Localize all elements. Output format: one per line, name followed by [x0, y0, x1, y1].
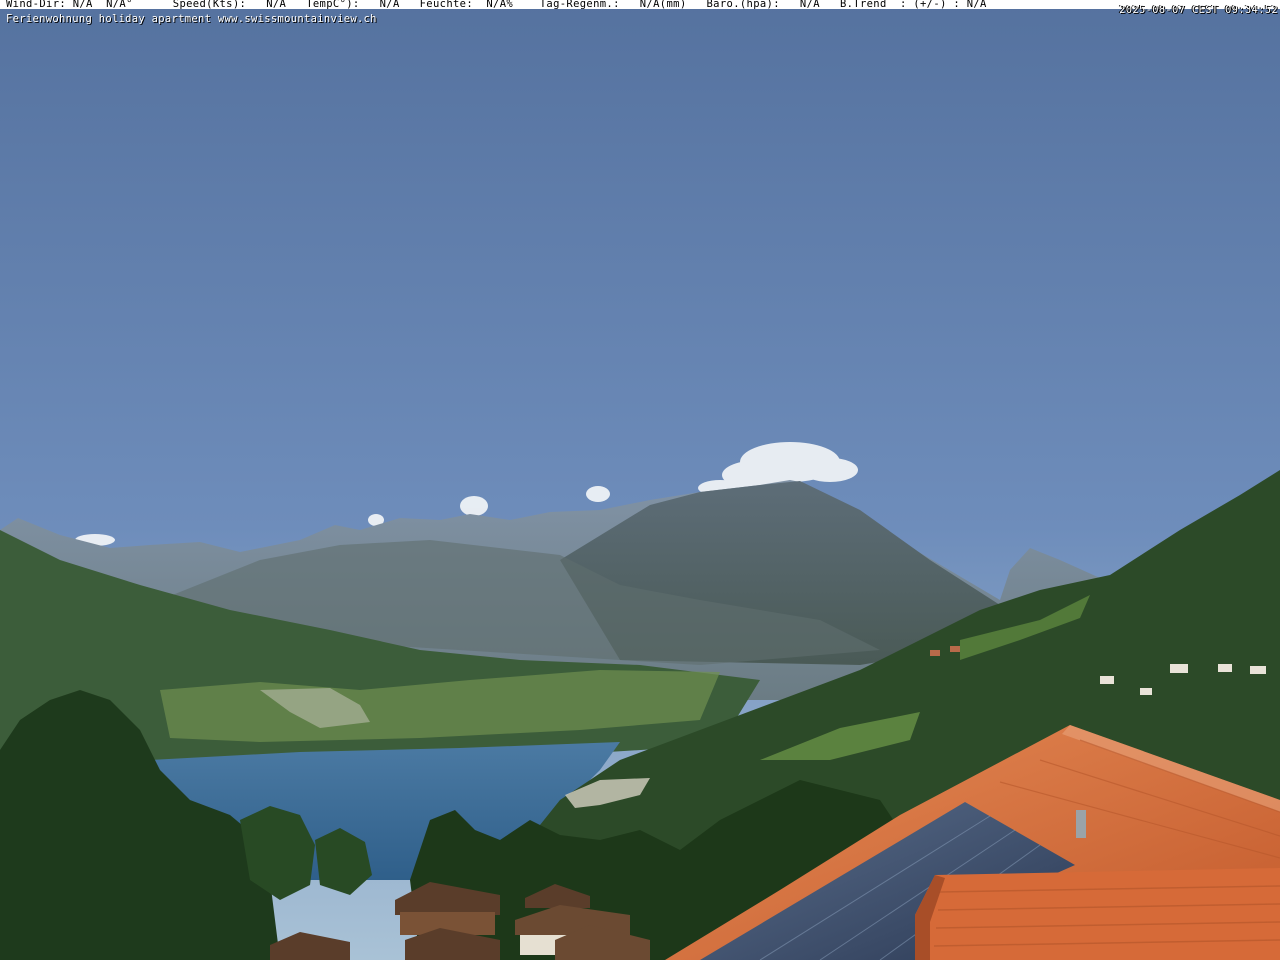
weather-info-bar: Wind-Dir: N/A N/A° Speed(Kts): N/A TempC…: [0, 0, 1280, 9]
caption: Ferienwohnung holiday apartment www.swis…: [6, 13, 377, 25]
timestamp: 2025-08-07 CEST 09:34:52: [1119, 4, 1278, 16]
roof-vent: [1076, 810, 1086, 838]
webcam-view: Wind-Dir: N/A N/A° Speed(Kts): N/A TempC…: [0, 0, 1280, 960]
landscape-scene: [0, 0, 1280, 960]
weather-readout: Wind-Dir: N/A N/A° Speed(Kts): N/A TempC…: [6, 0, 987, 9]
